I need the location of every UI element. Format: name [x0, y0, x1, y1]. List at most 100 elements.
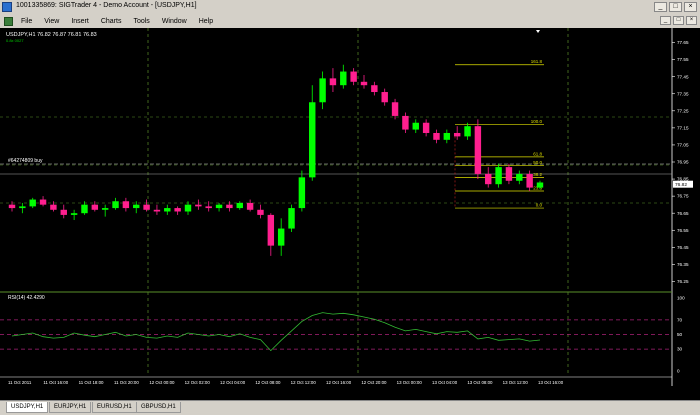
time-tick-label: 11 Oct 2011 — [8, 380, 32, 385]
menu-help[interactable]: Help — [193, 18, 219, 25]
candle-body — [381, 92, 388, 103]
tab-eurusd-h1[interactable]: EURUSD,H1 — [92, 402, 137, 413]
candle-body — [143, 204, 150, 210]
menu-window[interactable]: Window — [156, 18, 193, 25]
fib-level-label: 50.0 — [533, 160, 542, 165]
candle-body — [39, 199, 47, 205]
chart-tab-bar: USDJPY,H1 EURJPY,H1 EURUSD,H1 GBPUSD,H1 — [0, 400, 700, 415]
tab-usdjpy-h1[interactable]: USDJPY,H1 — [6, 402, 49, 413]
candle-body — [267, 214, 275, 246]
rsi-line — [11, 312, 541, 352]
time-tick-label: 12 Oct 00:00 — [149, 380, 175, 385]
chart-doc-icon[interactable] — [4, 16, 13, 26]
rsi-label: RSI(14) 42.4290 — [8, 295, 45, 301]
candle-body — [360, 81, 368, 86]
price-tick-label: 76.25 — [677, 279, 689, 284]
candle-body — [412, 122, 419, 130]
fib-level-label: 61.8 — [533, 151, 542, 156]
fib-level-label: 100.0 — [531, 119, 543, 124]
time-tick-label: 12 Oct 08:00 — [255, 380, 281, 385]
candle-body — [495, 167, 502, 185]
app-icon — [2, 2, 12, 12]
candle-body — [402, 115, 409, 130]
menu-charts[interactable]: Charts — [95, 18, 128, 25]
price-chart[interactable]: 161.8100.061.850.038.223.60.0 77.6577.55… — [0, 28, 700, 400]
candlesticks — [8, 64, 544, 256]
doc-close-button[interactable]: × — [686, 16, 697, 25]
candle-body — [112, 201, 119, 209]
minimize-button[interactable]: _ — [654, 2, 667, 12]
candle-body — [350, 71, 357, 82]
fib-level-label: 0.0 — [536, 203, 543, 208]
candle-body — [164, 208, 171, 212]
candle-body — [433, 132, 440, 140]
candle-body — [526, 173, 533, 188]
candle-body — [184, 204, 192, 212]
candle-body — [215, 204, 223, 209]
menu-view[interactable]: View — [38, 18, 65, 25]
candle-body — [91, 204, 99, 210]
candle-body — [329, 78, 337, 86]
candle-body — [277, 228, 285, 246]
title-bar: 1001335869: SIGTrader 4 - Demo Account -… — [0, 0, 700, 15]
price-tick-label: 76.45 — [677, 245, 689, 250]
chart-subheader: 0.8x 0027 — [6, 38, 24, 43]
candle-body — [50, 204, 57, 210]
time-tick-label: 13 Oct 12:00 — [503, 380, 529, 385]
price-tick-label: 77.65 — [677, 40, 689, 45]
candle-body — [319, 78, 326, 103]
menu-file[interactable]: File — [15, 18, 38, 25]
time-tick-label: 13 Oct 04:00 — [432, 380, 458, 385]
candle-body — [516, 173, 523, 181]
price-tick-label: 76.35 — [677, 262, 689, 267]
tab-eurjpy-h1[interactable]: EURJPY,H1 — [49, 402, 92, 413]
price-tick-label: 77.05 — [677, 143, 689, 148]
rsi-tick-label: 30 — [677, 347, 683, 352]
candle-body — [226, 204, 233, 209]
price-tick-label: 77.55 — [677, 57, 689, 62]
candle-body — [19, 206, 26, 209]
candle-body — [309, 102, 316, 178]
price-axis: 77.65 77.55 77.45 77.35 77.25 77.15 77.05 76.95… — [672, 40, 693, 284]
chart-area[interactable]: 161.8 100.0 61.8 50.0 38.2 23.6 0.0 77.65 77.55… — [0, 28, 700, 400]
candle-body — [236, 202, 243, 209]
menu-insert[interactable]: Insert — [65, 18, 95, 25]
candle-body — [340, 71, 347, 86]
time-tick-label: 11 Oct 18:00 — [79, 380, 104, 385]
candle-body — [133, 204, 140, 209]
menu-bar: File View Insert Charts Tools Window Hel… — [0, 15, 700, 27]
candle-body — [205, 206, 212, 209]
candle-body — [371, 85, 378, 93]
price-tick-label: 77.15 — [677, 125, 689, 130]
price-tick-label: 76.55 — [677, 228, 689, 233]
candle-body — [443, 132, 451, 140]
candle-body — [81, 204, 88, 214]
chart-shift-marker-icon[interactable] — [536, 30, 540, 33]
close-button[interactable]: × — [684, 2, 697, 12]
doc-minimize-button[interactable]: _ — [660, 16, 671, 25]
candle-body — [485, 173, 492, 185]
fib-level-label: 38.2 — [533, 172, 542, 177]
doc-window-controls: _ □ × — [660, 16, 697, 25]
time-tick-label: 13 Oct 00:00 — [397, 380, 423, 385]
time-tick-label: 13 Oct 08:00 — [467, 380, 493, 385]
candle-body — [122, 201, 130, 209]
candle-body — [60, 209, 67, 215]
menu-tools[interactable]: Tools — [127, 18, 155, 25]
candle-body — [153, 209, 161, 212]
candle-body — [505, 167, 513, 181]
price-tick-label: 76.95 — [677, 160, 689, 165]
candle-body — [101, 208, 109, 210]
time-axis: 11 Oct 2011 11 Oct 16:00 11 Oct 18:00 11 Oc… — [8, 380, 564, 385]
window-controls: _ □ × — [654, 2, 697, 12]
candle-body — [391, 102, 399, 116]
time-tick-label: 11 Oct 20:00 — [114, 380, 139, 385]
tab-gbpusd-h1[interactable]: GBPUSD,H1 — [136, 402, 181, 413]
doc-restore-button[interactable]: □ — [673, 16, 684, 25]
price-tick-label: 77.25 — [677, 108, 689, 113]
candle-body — [453, 132, 461, 137]
time-tick-label: 12 Oct 20:00 — [361, 380, 387, 385]
candle-body — [464, 126, 471, 137]
candle-body — [29, 199, 36, 207]
maximize-button[interactable]: □ — [669, 2, 682, 12]
